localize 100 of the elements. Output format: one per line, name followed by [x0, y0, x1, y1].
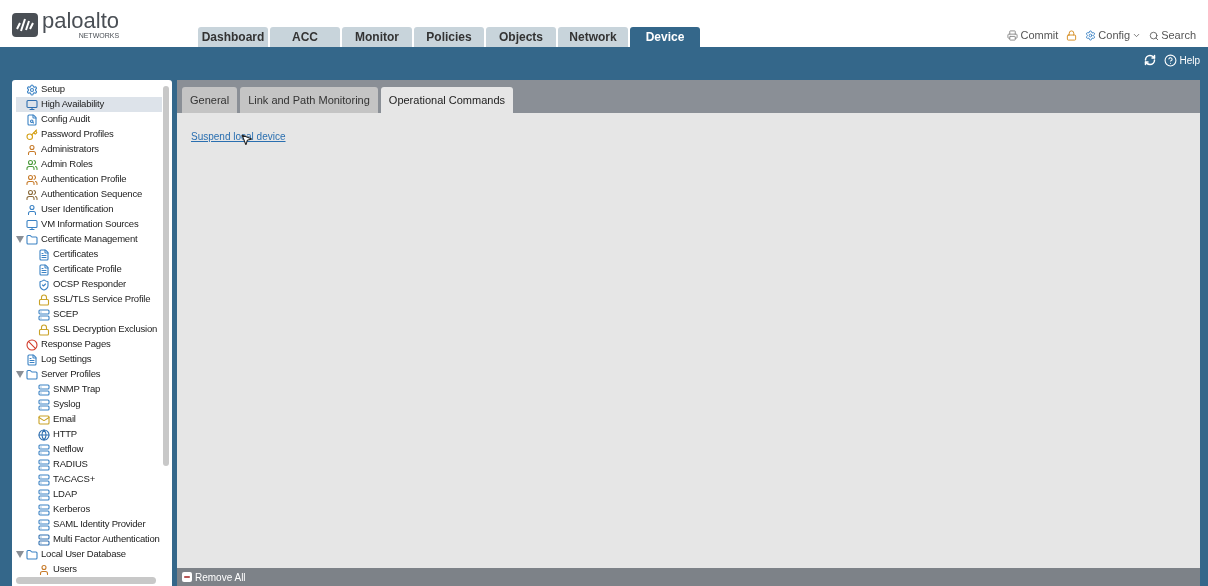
tree-label: Log Settings [41, 352, 92, 367]
tree-item[interactable]: Certificates [16, 247, 162, 262]
folder-icon [26, 368, 38, 381]
tree-label: SCEP [53, 307, 79, 322]
nav-tab[interactable]: ACC [270, 27, 340, 47]
lock-icon[interactable] [1066, 30, 1078, 41]
collapse-triangle-icon[interactable] [16, 371, 26, 378]
monitor-icon [26, 218, 38, 231]
tree-item[interactable]: SSL Decryption Exclusion [16, 322, 162, 337]
lock-icon [38, 323, 50, 336]
tree-item[interactable]: Log Settings [16, 352, 162, 367]
tab[interactable]: Operational Commands [380, 87, 513, 113]
globe-icon [38, 428, 50, 441]
tree-label: RADIUS [53, 457, 88, 472]
tree-label: Server Profiles [41, 367, 101, 382]
tree-label: Config Audit [41, 112, 90, 127]
caret-icon [1132, 31, 1142, 40]
tab[interactable]: General [182, 87, 238, 113]
tree-item[interactable]: Config Audit [16, 112, 162, 127]
tab[interactable]: Link and Path Monitoring [240, 87, 378, 113]
gear-icon [26, 83, 38, 96]
tree-item[interactable]: RADIUS [16, 457, 162, 472]
tree-item[interactable]: TACACS+ [16, 472, 162, 487]
tree-item[interactable]: High Availability [16, 97, 162, 112]
tree-label: VM Information Sources [41, 217, 139, 232]
tree-item[interactable]: HTTP [16, 427, 162, 442]
nav-tab[interactable]: Objects [486, 27, 556, 47]
nav-tab[interactable]: Policies [414, 27, 484, 47]
tree-item[interactable]: Setup [16, 82, 162, 97]
tree-item[interactable]: User Identification [16, 202, 162, 217]
server-icon [38, 533, 50, 546]
tree-item[interactable]: Response Pages [16, 337, 162, 352]
logo-icon [12, 12, 38, 37]
search-button[interactable]: Search [1149, 27, 1196, 44]
tree-item[interactable]: Authentication Sequence [16, 187, 162, 202]
commit-button[interactable]: Commit [1007, 27, 1059, 44]
key-icon [26, 128, 38, 141]
tree-item[interactable]: Netflow [16, 442, 162, 457]
tree-label: Syslog [53, 397, 81, 412]
config-button[interactable]: Config [1085, 27, 1142, 44]
people-icon [26, 188, 38, 201]
server-icon [38, 488, 50, 501]
tree-label: Response Pages [41, 337, 111, 352]
tree-item[interactable]: Multi Factor Authentication [16, 532, 162, 547]
server-icon [38, 443, 50, 456]
tree-item[interactable]: LDAP [16, 487, 162, 502]
tree-label: Certificate Management [41, 232, 138, 247]
server-icon [38, 518, 50, 531]
tree-item[interactable]: Server Profiles [16, 367, 162, 382]
person-icon [26, 203, 38, 216]
tree-item[interactable]: Password Profiles [16, 127, 162, 142]
remove-all-button[interactable]: Remove All [182, 569, 246, 585]
tree-item[interactable]: Administrators [16, 142, 162, 157]
tree-item[interactable]: Local User Database [16, 547, 162, 562]
tree-item[interactable]: Admin Roles [16, 157, 162, 172]
tree-label: Certificate Profile [53, 262, 122, 277]
tree-label: SSL Decryption Exclusion [53, 322, 158, 337]
refresh-icon[interactable] [1144, 54, 1157, 66]
scrollbar-thumb[interactable] [16, 577, 156, 584]
tree-label: SAML Identity Provider [53, 517, 146, 532]
tree-item[interactable]: SCEP [16, 307, 162, 322]
scrollbar-thumb[interactable] [163, 86, 169, 466]
tree-item[interactable]: Certificate Management [16, 232, 162, 247]
tree-item[interactable]: OCSP Responder [16, 277, 162, 292]
tree-item[interactable]: Email [16, 412, 162, 427]
help-button[interactable]: Help [1164, 52, 1200, 68]
tree-item[interactable]: Syslog [16, 397, 162, 412]
tree-item[interactable]: Authentication Profile [16, 172, 162, 187]
server-icon [38, 458, 50, 471]
tree-item[interactable]: Users [16, 562, 162, 577]
tree-label: HTTP [53, 427, 77, 442]
tree-item[interactable]: Kerberos [16, 502, 162, 517]
tree-item[interactable]: Certificate Profile [16, 262, 162, 277]
server-icon [38, 473, 50, 486]
folder-icon [26, 548, 38, 561]
nav-tab[interactable]: Monitor [342, 27, 412, 47]
tree-label: User Identification [41, 202, 114, 217]
nav-tab[interactable]: Device [630, 27, 700, 47]
tree-item[interactable]: SSL/TLS Service Profile [16, 292, 162, 307]
tree-item[interactable]: VM Information Sources [16, 217, 162, 232]
prohibited-icon [26, 338, 38, 351]
person-icon [38, 563, 50, 576]
collapse-triangle-icon[interactable] [16, 551, 26, 558]
tree-label: Certificates [53, 247, 99, 262]
tree-item[interactable]: SNMP Trap [16, 382, 162, 397]
document-icon [38, 263, 50, 276]
tree-label: Authentication Sequence [41, 187, 143, 202]
nav-tab[interactable]: Dashboard [198, 27, 268, 47]
folder-icon [26, 233, 38, 246]
nav-tab[interactable]: Network [558, 27, 628, 47]
lock-icon [38, 293, 50, 306]
tree-label: SSL/TLS Service Profile [53, 292, 151, 307]
collapse-triangle-icon[interactable] [16, 236, 26, 243]
tree-label: LDAP [53, 487, 78, 502]
tree-label: Netflow [53, 442, 84, 457]
mail-icon [38, 413, 50, 426]
tree-label: Setup [41, 82, 65, 97]
tree-label: Local User Database [41, 547, 126, 562]
gear-icon [1085, 30, 1097, 41]
tree-item[interactable]: SAML Identity Provider [16, 517, 162, 532]
